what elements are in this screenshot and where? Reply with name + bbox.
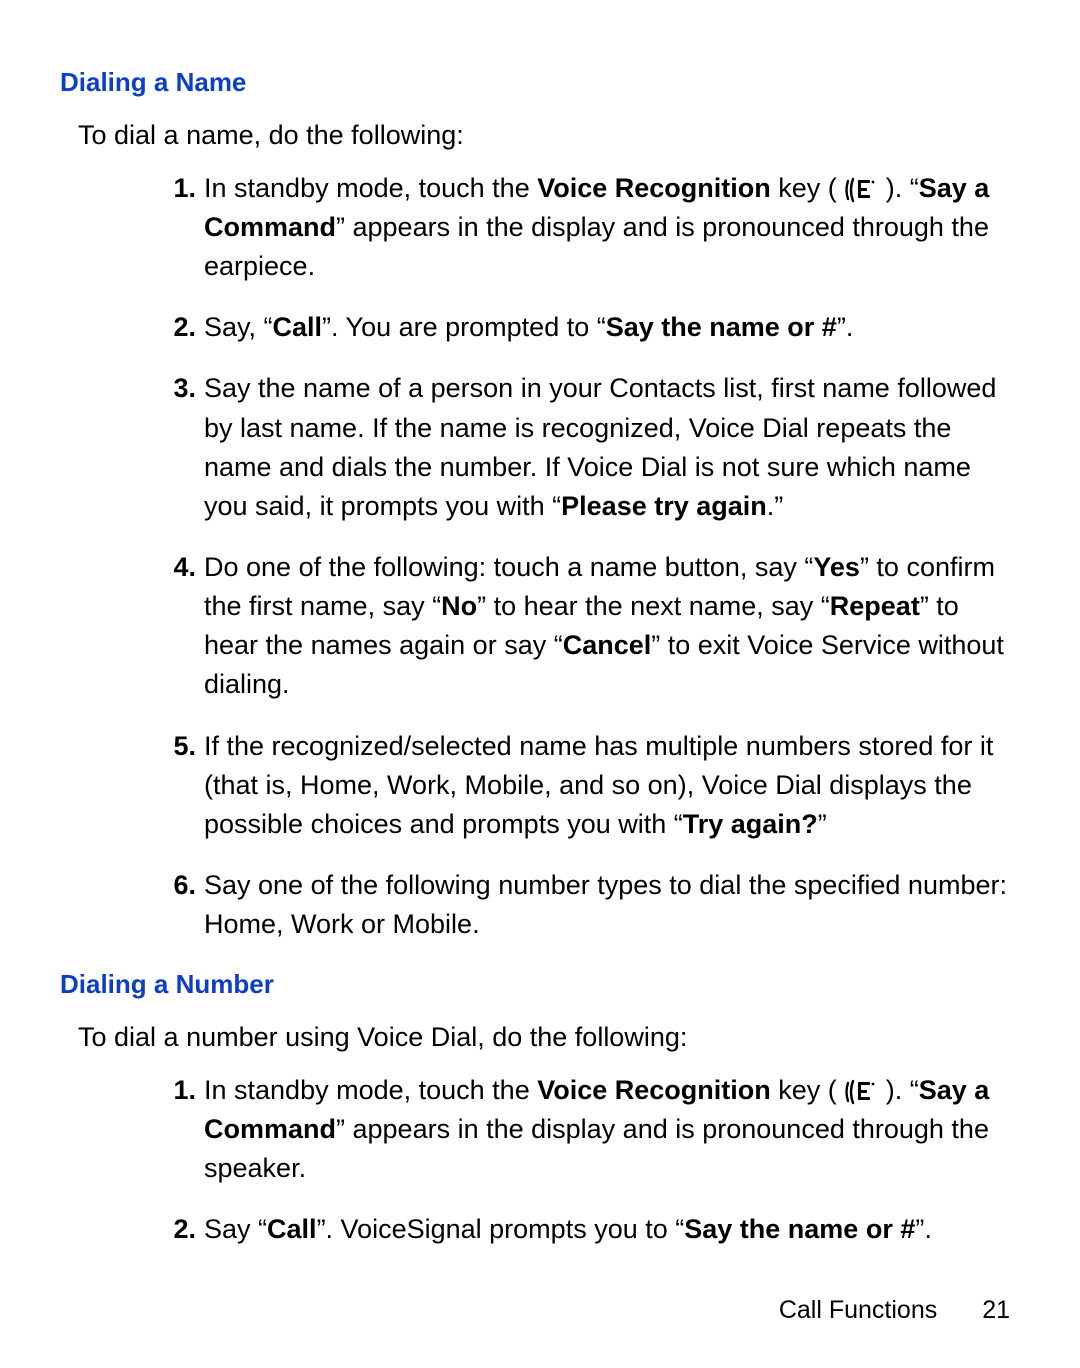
footer-page-number: 21 [982, 1296, 1010, 1324]
footer-section: Call Functions [779, 1296, 937, 1324]
voice-recognition-icon [844, 1078, 878, 1106]
step-text: Say the name of a person in your Contact… [204, 373, 996, 520]
manual-page: Dialing a Name To dial a name, do the fol… [0, 0, 1080, 1368]
step-text: Say, “Call”. You are prompted to “Say th… [204, 312, 853, 342]
step-text: Say one of the following number types to… [204, 870, 1007, 939]
section-heading: Dialing a Name [60, 64, 1020, 102]
steps-list: 1. In standby mode, touch the Voice Reco… [60, 1071, 1020, 1250]
step-number: 5. [160, 727, 196, 766]
step-item: 4. Do one of the following: touch a name… [160, 548, 1020, 705]
page-footer: Call Functions 21 [779, 1292, 1010, 1328]
step-number: 4. [160, 548, 196, 587]
steps-list: 1. In standby mode, touch the Voice Reco… [60, 169, 1020, 944]
step-number: 6. [160, 866, 196, 905]
step-number: 2. [160, 1210, 196, 1249]
step-number: 2. [160, 308, 196, 347]
step-text: If the recognized/selected name has mult… [204, 731, 993, 839]
step-text: Say “Call”. VoiceSignal prompts you to “… [204, 1214, 932, 1244]
step-item: 3. Say the name of a person in your Cont… [160, 369, 1020, 526]
step-item: 1. In standby mode, touch the Voice Reco… [160, 1071, 1020, 1188]
step-text: Do one of the following: touch a name bu… [204, 552, 1004, 699]
step-item: 6. Say one of the following number types… [160, 866, 1020, 944]
step-item: 2. Say “Call”. VoiceSignal prompts you t… [160, 1210, 1020, 1249]
step-number: 1. [160, 169, 196, 208]
section-heading: Dialing a Number [60, 966, 1020, 1004]
section-intro: To dial a number using Voice Dial, do th… [78, 1018, 1020, 1057]
section-intro: To dial a name, do the following: [78, 116, 1020, 155]
step-item: 2. Say, “Call”. You are prompted to “Say… [160, 308, 1020, 347]
step-number: 1. [160, 1071, 196, 1110]
step-item: 1. In standby mode, touch the Voice Reco… [160, 169, 1020, 286]
step-number: 3. [160, 369, 196, 408]
step-text: In standby mode, touch the Voice Recogni… [204, 173, 989, 281]
step-item: 5. If the recognized/selected name has m… [160, 727, 1020, 844]
voice-recognition-icon [844, 176, 878, 204]
step-text: In standby mode, touch the Voice Recogni… [204, 1075, 989, 1183]
